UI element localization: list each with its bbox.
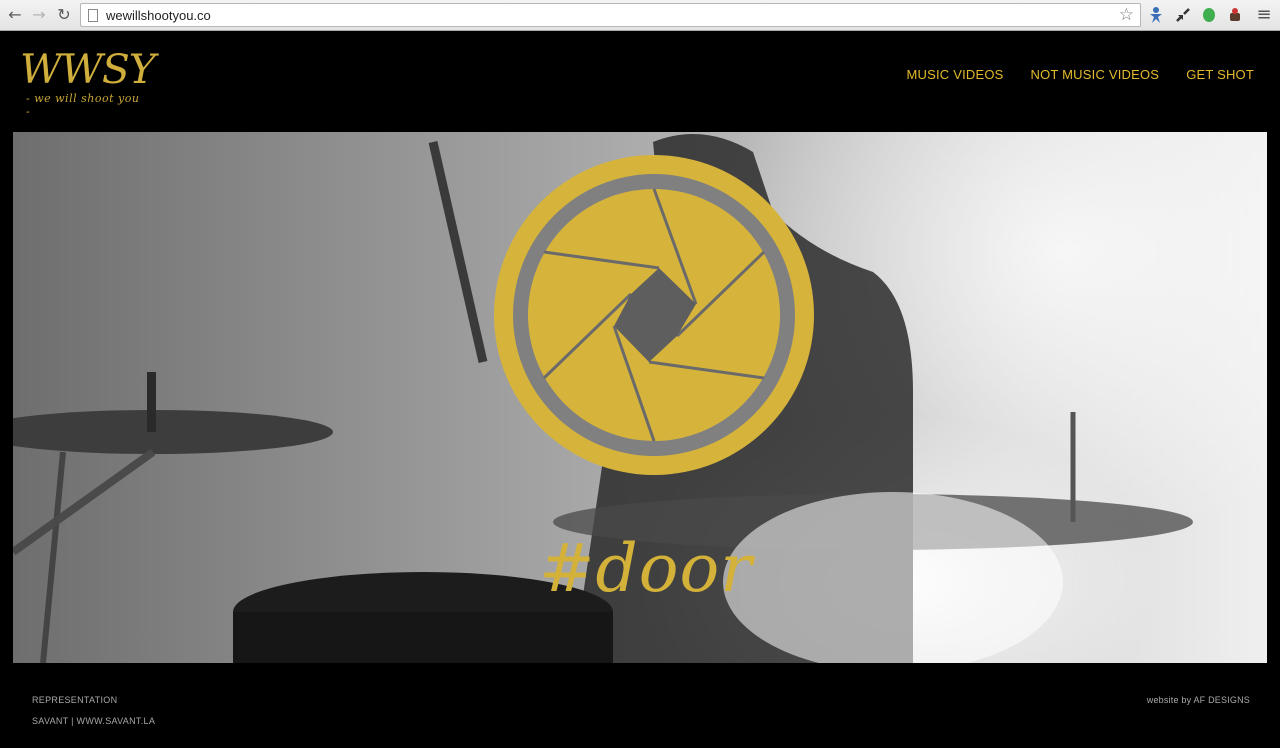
hero-video[interactable]: #door	[13, 132, 1267, 663]
representation-label: REPRESENTATION	[32, 695, 118, 705]
back-icon[interactable]: ←	[6, 6, 24, 24]
url-text[interactable]: wewillshootyou.co	[106, 8, 211, 23]
browser-toolbar: ← → ↻ wewillshootyou.co ☆ ≡	[0, 0, 1280, 31]
representation-link[interactable]: SAVANT | WWW.SAVANT.LA	[32, 716, 155, 726]
camera-shutter-icon	[494, 155, 814, 475]
bookmark-star-icon[interactable]: ☆	[1119, 5, 1134, 25]
main-nav: MUSIC VIDEOS NOT MUSIC VIDEOS GET SHOT	[907, 67, 1255, 82]
hero-hashtag: #door	[539, 530, 753, 607]
designer-credit[interactable]: website by AF DESIGNS	[1147, 695, 1250, 705]
page-icon	[88, 9, 98, 22]
reload-icon[interactable]: ↻	[55, 6, 73, 24]
extension-person-icon[interactable]	[1147, 6, 1165, 24]
representation-block: REPRESENTATION SAVANT | WWW.SAVANT.LA	[32, 695, 155, 726]
extension-coffee-icon[interactable]	[1227, 6, 1245, 24]
forward-icon[interactable]: →	[30, 6, 48, 24]
menu-icon[interactable]: ≡	[1255, 6, 1273, 24]
website: WWSY - we will shoot you - MUSIC VIDEOS …	[0, 32, 1280, 748]
nav-not-music-videos[interactable]: NOT MUSIC VIDEOS	[1031, 67, 1160, 82]
extension-arrows-icon[interactable]	[1174, 6, 1192, 24]
nav-music-videos[interactable]: MUSIC VIDEOS	[907, 67, 1004, 82]
site-logo[interactable]: WWSY - we will shoot you -	[20, 47, 156, 118]
logo-tagline: - we will shoot you -	[26, 92, 140, 118]
address-bar[interactable]: wewillshootyou.co ☆	[80, 3, 1141, 27]
logo-text: WWSY	[20, 47, 156, 93]
extension-green-icon[interactable]	[1200, 6, 1218, 24]
nav-get-shot[interactable]: GET SHOT	[1186, 67, 1254, 82]
